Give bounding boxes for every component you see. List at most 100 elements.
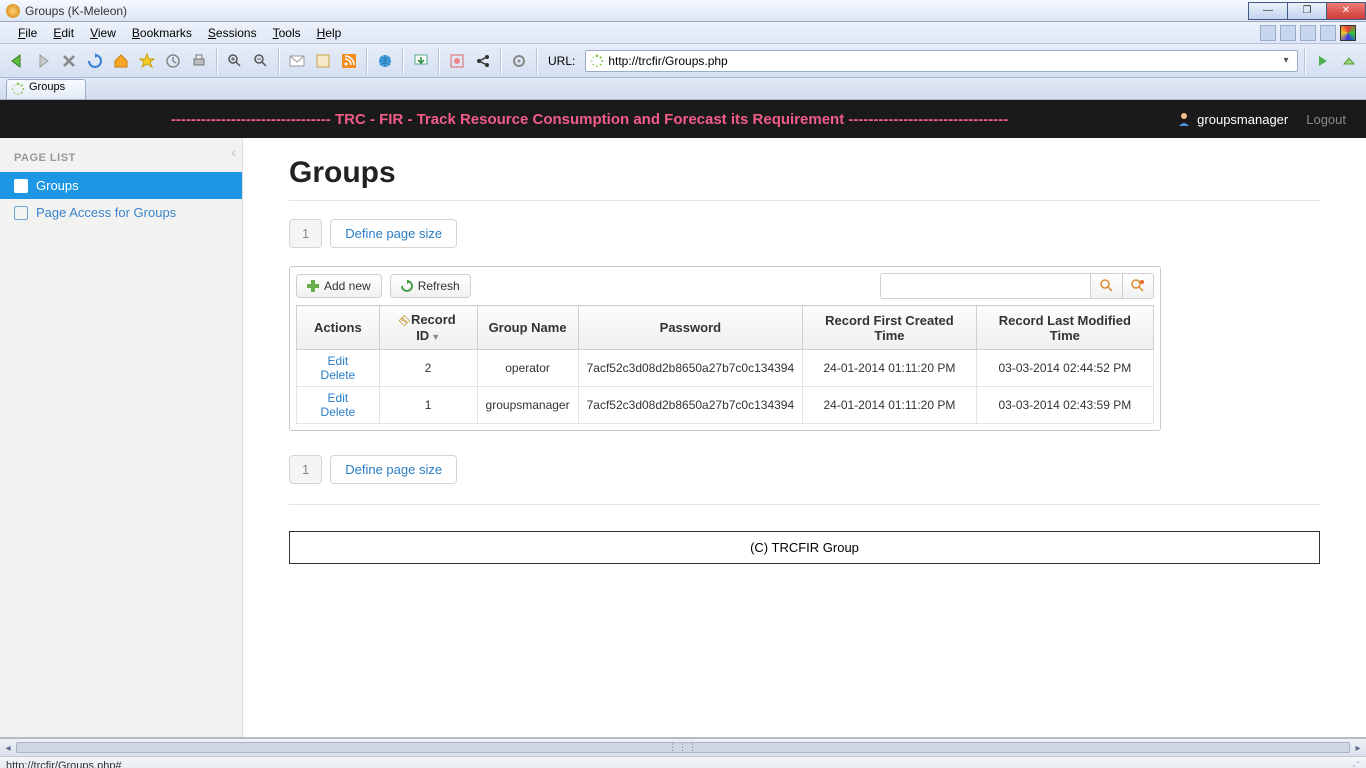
- divider: [289, 200, 1320, 201]
- add-new-button[interactable]: Add new: [296, 274, 382, 298]
- go-button[interactable]: [1312, 50, 1334, 72]
- menubar-shortcut-5[interactable]: [1340, 25, 1356, 41]
- sidebar: ‹ PAGE LIST Groups Page Access for Group…: [0, 138, 243, 737]
- menubar-shortcut-3[interactable]: [1300, 25, 1316, 41]
- pager-bottom: 1 Define page size: [289, 455, 1320, 484]
- window-title: Groups (K-Meleon): [25, 4, 127, 18]
- menubar-shortcut-4[interactable]: [1320, 25, 1336, 41]
- cell-id: 1: [379, 387, 477, 424]
- menu-bookmarks[interactable]: Bookmarks: [124, 24, 200, 42]
- divider: [289, 504, 1320, 505]
- plugin-button-1[interactable]: [446, 50, 468, 72]
- menu-tools[interactable]: Tools: [265, 24, 309, 42]
- tab-label: Groups: [29, 81, 65, 93]
- scroll-right-icon[interactable]: ▸: [1351, 741, 1365, 755]
- menu-edit[interactable]: Edit: [45, 24, 82, 42]
- sort-indicator-icon: ▼: [431, 332, 440, 342]
- delete-link[interactable]: Delete: [321, 368, 356, 382]
- resize-grip-icon[interactable]: ⋰: [1348, 759, 1360, 768]
- loading-icon: [590, 54, 604, 68]
- menu-help[interactable]: Help: [309, 24, 350, 42]
- menu-sessions[interactable]: Sessions: [200, 24, 265, 42]
- advanced-search-button[interactable]: [1122, 273, 1154, 299]
- page-icon: [14, 206, 28, 220]
- cell-modified: 03-03-2014 02:44:52 PM: [976, 350, 1153, 387]
- sidebar-item-page-access[interactable]: Page Access for Groups: [0, 199, 242, 226]
- column-created[interactable]: Record First Created Time: [803, 306, 977, 350]
- share-button[interactable]: [472, 50, 494, 72]
- horizontal-scrollbar[interactable]: ◂ ⋮⋮⋮ ▸: [0, 738, 1366, 756]
- scroll-left-icon[interactable]: ◂: [1, 741, 15, 755]
- page-icon: [14, 179, 28, 193]
- cell-password: 7acf52c3d08d2b8650a27b7c0c134394: [578, 387, 803, 424]
- browser-tab[interactable]: Groups: [6, 79, 86, 99]
- mail-button[interactable]: [286, 50, 308, 72]
- edit-link[interactable]: Edit: [328, 354, 349, 368]
- news-button[interactable]: [312, 50, 334, 72]
- grid-panel: Add new Refresh: [289, 266, 1161, 431]
- sidebar-heading: PAGE LIST: [0, 138, 242, 172]
- download-button[interactable]: [410, 50, 432, 72]
- data-grid: Actions ⚿Record ID▼ Group Name Password …: [296, 305, 1154, 424]
- app-header: -------------------------------- TRC - F…: [0, 100, 1366, 138]
- pager-top: 1 Define page size: [289, 219, 1320, 248]
- url-bar[interactable]: ▾: [585, 50, 1298, 72]
- sidebar-collapse-icon[interactable]: ‹: [231, 144, 236, 160]
- add-icon: [307, 280, 319, 292]
- back-button[interactable]: [6, 50, 28, 72]
- main-content: Groups 1 Define page size Add new Refres…: [243, 138, 1366, 737]
- home-button[interactable]: [110, 50, 132, 72]
- refresh-icon: [401, 280, 413, 292]
- logout-link[interactable]: Logout: [1298, 112, 1354, 127]
- menubar-shortcut-2[interactable]: [1280, 25, 1296, 41]
- column-group-name[interactable]: Group Name: [477, 306, 578, 350]
- print-button[interactable]: [188, 50, 210, 72]
- window-minimize-button[interactable]: —: [1248, 2, 1288, 20]
- reload-button[interactable]: [84, 50, 106, 72]
- zoom-in-button[interactable]: [224, 50, 246, 72]
- toolbar: URL: ▾: [0, 44, 1366, 78]
- column-actions: Actions: [297, 306, 380, 350]
- url-dropdown-icon[interactable]: ▾: [1279, 55, 1293, 66]
- status-bar: http://trcfir/Groups.php# ⋰: [0, 756, 1366, 768]
- define-page-size-button[interactable]: Define page size: [330, 455, 457, 484]
- edit-link[interactable]: Edit: [328, 391, 349, 405]
- search-button[interactable]: [1090, 273, 1122, 299]
- delete-link[interactable]: Delete: [321, 405, 356, 419]
- page-viewport: -------------------------------- TRC - F…: [0, 100, 1366, 738]
- define-page-size-button[interactable]: Define page size: [330, 219, 457, 248]
- go-up-button[interactable]: [1338, 50, 1360, 72]
- refresh-label: Refresh: [418, 279, 460, 293]
- rss-button[interactable]: [338, 50, 360, 72]
- column-password[interactable]: Password: [578, 306, 803, 350]
- user-menu[interactable]: groupsmanager: [1167, 112, 1298, 127]
- tab-icon: [11, 82, 25, 96]
- forward-button[interactable]: [32, 50, 54, 72]
- row-actions: Edit Delete: [297, 387, 380, 424]
- globe-button[interactable]: [374, 50, 396, 72]
- cell-group: groupsmanager: [477, 387, 578, 424]
- username-label: groupsmanager: [1197, 112, 1288, 127]
- menubar-shortcut-1[interactable]: [1260, 25, 1276, 41]
- add-new-label: Add new: [324, 279, 371, 293]
- column-modified[interactable]: Record Last Modified Time: [976, 306, 1153, 350]
- search-input[interactable]: [880, 273, 1090, 299]
- stop-button[interactable]: [58, 50, 80, 72]
- settings-button[interactable]: [508, 50, 530, 72]
- history-button[interactable]: [162, 50, 184, 72]
- sidebar-item-label: Page Access for Groups: [36, 205, 176, 220]
- zoom-out-button[interactable]: [250, 50, 272, 72]
- url-label: URL:: [548, 54, 575, 68]
- menu-file[interactable]: File: [10, 24, 45, 42]
- menu-view[interactable]: View: [82, 24, 124, 42]
- favorites-button[interactable]: [136, 50, 158, 72]
- refresh-button[interactable]: Refresh: [390, 274, 471, 298]
- sidebar-item-groups[interactable]: Groups: [0, 172, 242, 199]
- url-input[interactable]: [608, 54, 1279, 68]
- window-close-button[interactable]: ✕: [1326, 2, 1366, 20]
- page-number-button[interactable]: 1: [289, 219, 322, 248]
- window-titlebar: Groups (K-Meleon) — ❐ ✕: [0, 0, 1366, 22]
- window-maximize-button[interactable]: ❐: [1287, 2, 1327, 20]
- column-record-id[interactable]: ⚿Record ID▼: [379, 306, 477, 350]
- page-number-button[interactable]: 1: [289, 455, 322, 484]
